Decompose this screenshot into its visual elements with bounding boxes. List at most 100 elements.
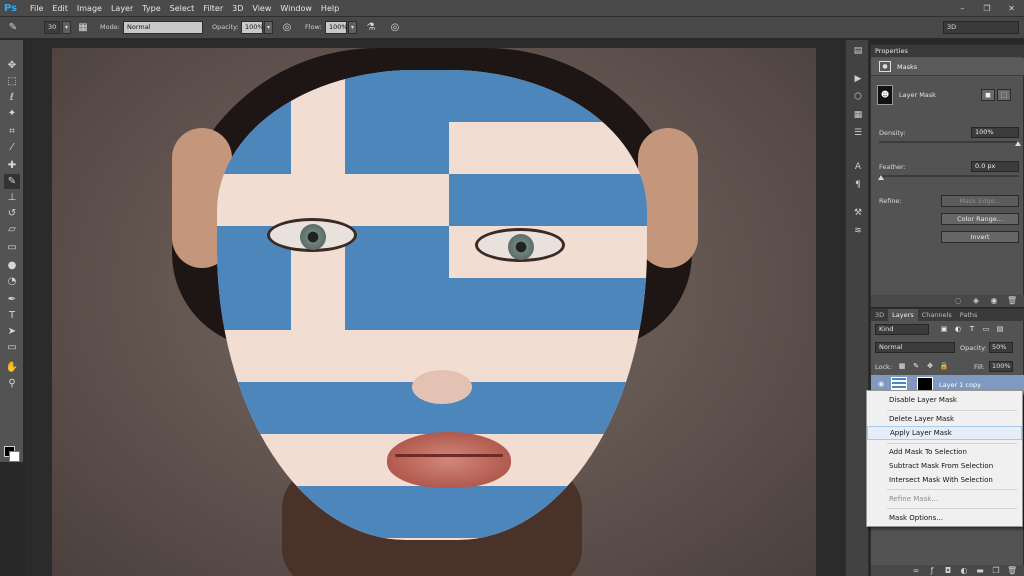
- tool-presets-icon[interactable]: ⚒: [850, 206, 866, 220]
- eraser-icon[interactable]: ▱: [4, 222, 20, 237]
- brush-size-field[interactable]: 30: [44, 21, 60, 34]
- blend-mode-select[interactable]: Normal: [875, 342, 955, 353]
- lock-all-icon[interactable]: 🔒: [937, 361, 951, 373]
- adjustment-filter-icon[interactable]: ◐: [951, 324, 965, 336]
- folder-icon[interactable]: ▬: [975, 566, 985, 576]
- feather-slider[interactable]: [879, 175, 1019, 177]
- feather-field[interactable]: 0.0 px: [971, 161, 1019, 172]
- type-icon[interactable]: T: [4, 308, 20, 323]
- menu-add-mask-to-selection[interactable]: Add Mask To Selection: [867, 445, 1022, 459]
- fill-field[interactable]: 100%: [989, 361, 1013, 372]
- flow-field[interactable]: 100%: [325, 21, 348, 34]
- chevron-down-icon[interactable]: ▾: [348, 21, 357, 34]
- brush-icon[interactable]: ✎: [4, 174, 20, 189]
- tab-properties[interactable]: Properties: [875, 47, 908, 55]
- play-icon[interactable]: ▶: [850, 72, 866, 86]
- invert-button[interactable]: Invert: [941, 231, 1019, 243]
- healing-icon[interactable]: ✚: [4, 158, 20, 173]
- background-color-swatch[interactable]: [9, 451, 20, 462]
- menu-delete-layer-mask[interactable]: Delete Layer Mask: [867, 412, 1022, 426]
- smart-object-filter-icon[interactable]: ▤: [993, 324, 1007, 336]
- move-icon[interactable]: ✥: [4, 58, 20, 73]
- shape-filter-icon[interactable]: ▭: [979, 324, 993, 336]
- character-icon[interactable]: A: [850, 160, 866, 174]
- adjustments-icon[interactable]: ☰: [850, 126, 866, 140]
- menu-window[interactable]: Window: [280, 0, 312, 17]
- tab-paths[interactable]: Paths: [956, 309, 982, 321]
- menu-apply-layer-mask[interactable]: Apply Layer Mask: [867, 426, 1022, 440]
- menu-3d[interactable]: 3D: [232, 0, 243, 17]
- add-mask-icon[interactable]: ◘: [943, 566, 953, 576]
- lasso-icon[interactable]: ℓ: [4, 90, 20, 105]
- airbrush-icon[interactable]: ⚗: [364, 20, 378, 35]
- quick-select-icon[interactable]: ✦: [4, 106, 20, 121]
- menu-mask-options[interactable]: Mask Options...: [867, 511, 1022, 525]
- visibility-icon[interactable]: ◉: [989, 296, 999, 306]
- layer-opacity-field[interactable]: 50%: [989, 342, 1013, 353]
- menu-layer[interactable]: Layer: [111, 0, 133, 17]
- brush-preset-icon[interactable]: ✎: [6, 20, 20, 35]
- apply-mask-icon[interactable]: ◈: [971, 296, 981, 306]
- blur-icon[interactable]: ●: [4, 258, 20, 273]
- gradient-icon[interactable]: ▭: [4, 240, 20, 255]
- shape-icon[interactable]: ▭: [4, 340, 20, 355]
- kind-filter-select[interactable]: Kind: [875, 324, 929, 335]
- document-canvas[interactable]: [52, 48, 816, 576]
- menu-edit[interactable]: Edit: [52, 0, 68, 17]
- pen-icon[interactable]: ✒: [4, 292, 20, 307]
- menu-filter[interactable]: Filter: [203, 0, 223, 17]
- brush-panel-icon[interactable]: ▦: [76, 20, 90, 35]
- load-selection-icon[interactable]: ◌: [953, 296, 963, 306]
- path-select-icon[interactable]: ➤: [4, 324, 20, 339]
- paragraph-icon[interactable]: ¶: [850, 178, 866, 192]
- minimize-icon[interactable]: –: [955, 3, 969, 15]
- lock-position-icon[interactable]: ✥: [923, 361, 937, 373]
- lock-pixels-icon[interactable]: ✎: [909, 361, 923, 373]
- eyedropper-icon[interactable]: ⁄: [4, 140, 20, 155]
- menu-subtract-mask-from-selection[interactable]: Subtract Mask From Selection: [867, 459, 1022, 473]
- density-slider-knob[interactable]: [1015, 141, 1021, 146]
- menu-type[interactable]: Type: [142, 0, 160, 17]
- menu-view[interactable]: View: [252, 0, 271, 17]
- trash-icon[interactable]: 🗑: [1007, 566, 1017, 576]
- color-range-button[interactable]: Color Range...: [941, 213, 1019, 225]
- hand-icon[interactable]: ✋: [4, 360, 20, 375]
- history-brush-icon[interactable]: ↺: [4, 206, 20, 221]
- menu-help[interactable]: Help: [321, 0, 339, 17]
- menu-disable-layer-mask[interactable]: Disable Layer Mask: [867, 393, 1022, 407]
- chevron-down-icon[interactable]: ▾: [264, 21, 273, 34]
- crop-icon[interactable]: ⌗: [4, 124, 20, 139]
- history-icon[interactable]: ▤: [850, 44, 866, 58]
- chevron-down-icon[interactable]: ▾: [62, 21, 71, 34]
- brush-presets-icon[interactable]: ≋: [850, 224, 866, 238]
- menu-image[interactable]: Image: [77, 0, 102, 17]
- tab-3d[interactable]: 3D: [871, 309, 888, 321]
- adjustment-layer-icon[interactable]: ◐: [959, 566, 969, 576]
- mode-select[interactable]: Normal: [123, 21, 203, 34]
- menu-intersect-mask-with-selection[interactable]: Intersect Mask With Selection: [867, 473, 1022, 487]
- layer-name[interactable]: Layer 1 copy: [939, 381, 981, 389]
- select-pixel-mask-icon[interactable]: ◼: [981, 89, 995, 101]
- tab-layers[interactable]: Layers: [888, 309, 918, 321]
- menu-select[interactable]: Select: [170, 0, 195, 17]
- tab-channels[interactable]: Channels: [918, 309, 956, 321]
- feather-slider-knob[interactable]: [878, 175, 884, 180]
- 3d-icon[interactable]: ⬡: [850, 90, 866, 104]
- link-icon[interactable]: ∞: [911, 566, 921, 576]
- pixel-filter-icon[interactable]: ▣: [937, 324, 951, 336]
- dodge-icon[interactable]: ◔: [4, 274, 20, 289]
- lock-transparent-icon[interactable]: ▦: [895, 361, 909, 373]
- menu-file[interactable]: File: [30, 0, 43, 17]
- add-vector-mask-icon[interactable]: ⬚: [997, 89, 1011, 101]
- pressure-size-icon[interactable]: ◎: [388, 20, 402, 35]
- new-layer-icon[interactable]: ❐: [991, 566, 1001, 576]
- trash-icon[interactable]: 🗑: [1007, 296, 1017, 306]
- zoom-icon[interactable]: ⚲: [4, 376, 20, 391]
- marquee-icon[interactable]: ⬚: [4, 74, 20, 89]
- type-filter-icon[interactable]: T: [965, 324, 979, 336]
- pressure-opacity-icon[interactable]: ◎: [280, 20, 294, 35]
- density-field[interactable]: 100%: [971, 127, 1019, 138]
- stamp-icon[interactable]: ⊥: [4, 190, 20, 205]
- close-icon[interactable]: ✕: [1005, 3, 1019, 15]
- opacity-field[interactable]: 100%: [241, 21, 264, 34]
